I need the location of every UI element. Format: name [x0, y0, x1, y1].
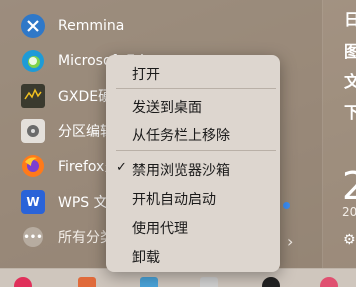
- gear-icon[interactable]: ⚙: [343, 232, 356, 248]
- menu-separator: [116, 150, 276, 151]
- edge-icon: [21, 49, 45, 73]
- clock-day: 2: [342, 164, 356, 208]
- right-panel-item[interactable]: 文: [344, 68, 356, 92]
- right-panel-item[interactable]: 日: [344, 6, 356, 30]
- launcher-icon[interactable]: [14, 277, 32, 287]
- app-icon[interactable]: [78, 277, 96, 287]
- partition-editor-icon: [21, 119, 45, 143]
- menu-item-disable-browser-sandbox[interactable]: ✓ 禁用浏览器沙箱: [106, 157, 280, 181]
- context-menu: 打开 发送到桌面 从任务栏上移除 ✓ 禁用浏览器沙箱 开机自动启动 使用代理 卸…: [106, 55, 280, 272]
- checkmark-icon: ✓: [116, 160, 127, 175]
- running-indicator: [283, 202, 290, 209]
- hardware-manager-icon: [21, 84, 45, 108]
- chevron-right-icon[interactable]: ›: [287, 232, 293, 251]
- menu-item-label: 从任务栏上移除: [132, 128, 230, 144]
- app-icon[interactable]: [140, 277, 158, 287]
- clock-date: 20: [342, 205, 356, 219]
- menu-separator: [116, 88, 276, 89]
- app-icon[interactable]: [200, 277, 218, 287]
- app-icon[interactable]: [262, 277, 280, 287]
- menu-item-label: 开机自动启动: [132, 192, 216, 208]
- app-item-remmina[interactable]: Remmina: [0, 10, 320, 42]
- app-icon[interactable]: [320, 277, 338, 287]
- menu-item-remove-from-taskbar[interactable]: 从任务栏上移除: [106, 122, 280, 146]
- menu-item-autostart[interactable]: 开机自动启动: [106, 186, 280, 210]
- right-panel-item[interactable]: 下: [344, 99, 356, 123]
- more-icon: •••: [23, 227, 43, 247]
- menu-item-uninstall[interactable]: 卸载: [106, 244, 280, 268]
- wps-writer-icon: W: [21, 190, 45, 214]
- menu-item-use-proxy[interactable]: 使用代理: [106, 215, 280, 239]
- menu-item-label: 发送到桌面: [132, 100, 202, 116]
- right-panel-item[interactable]: 图: [344, 38, 356, 62]
- firefox-icon: [21, 154, 45, 178]
- app-label: Remmina: [58, 18, 125, 34]
- menu-item-label: 禁用浏览器沙箱: [132, 163, 230, 179]
- menu-item-label: 使用代理: [132, 221, 188, 237]
- menu-item-open[interactable]: 打开: [106, 61, 280, 85]
- remmina-icon: [21, 14, 45, 38]
- menu-item-send-to-desktop[interactable]: 发送到桌面: [106, 94, 280, 118]
- menu-item-label: 卸载: [132, 250, 160, 266]
- menu-item-label: 打开: [132, 67, 160, 83]
